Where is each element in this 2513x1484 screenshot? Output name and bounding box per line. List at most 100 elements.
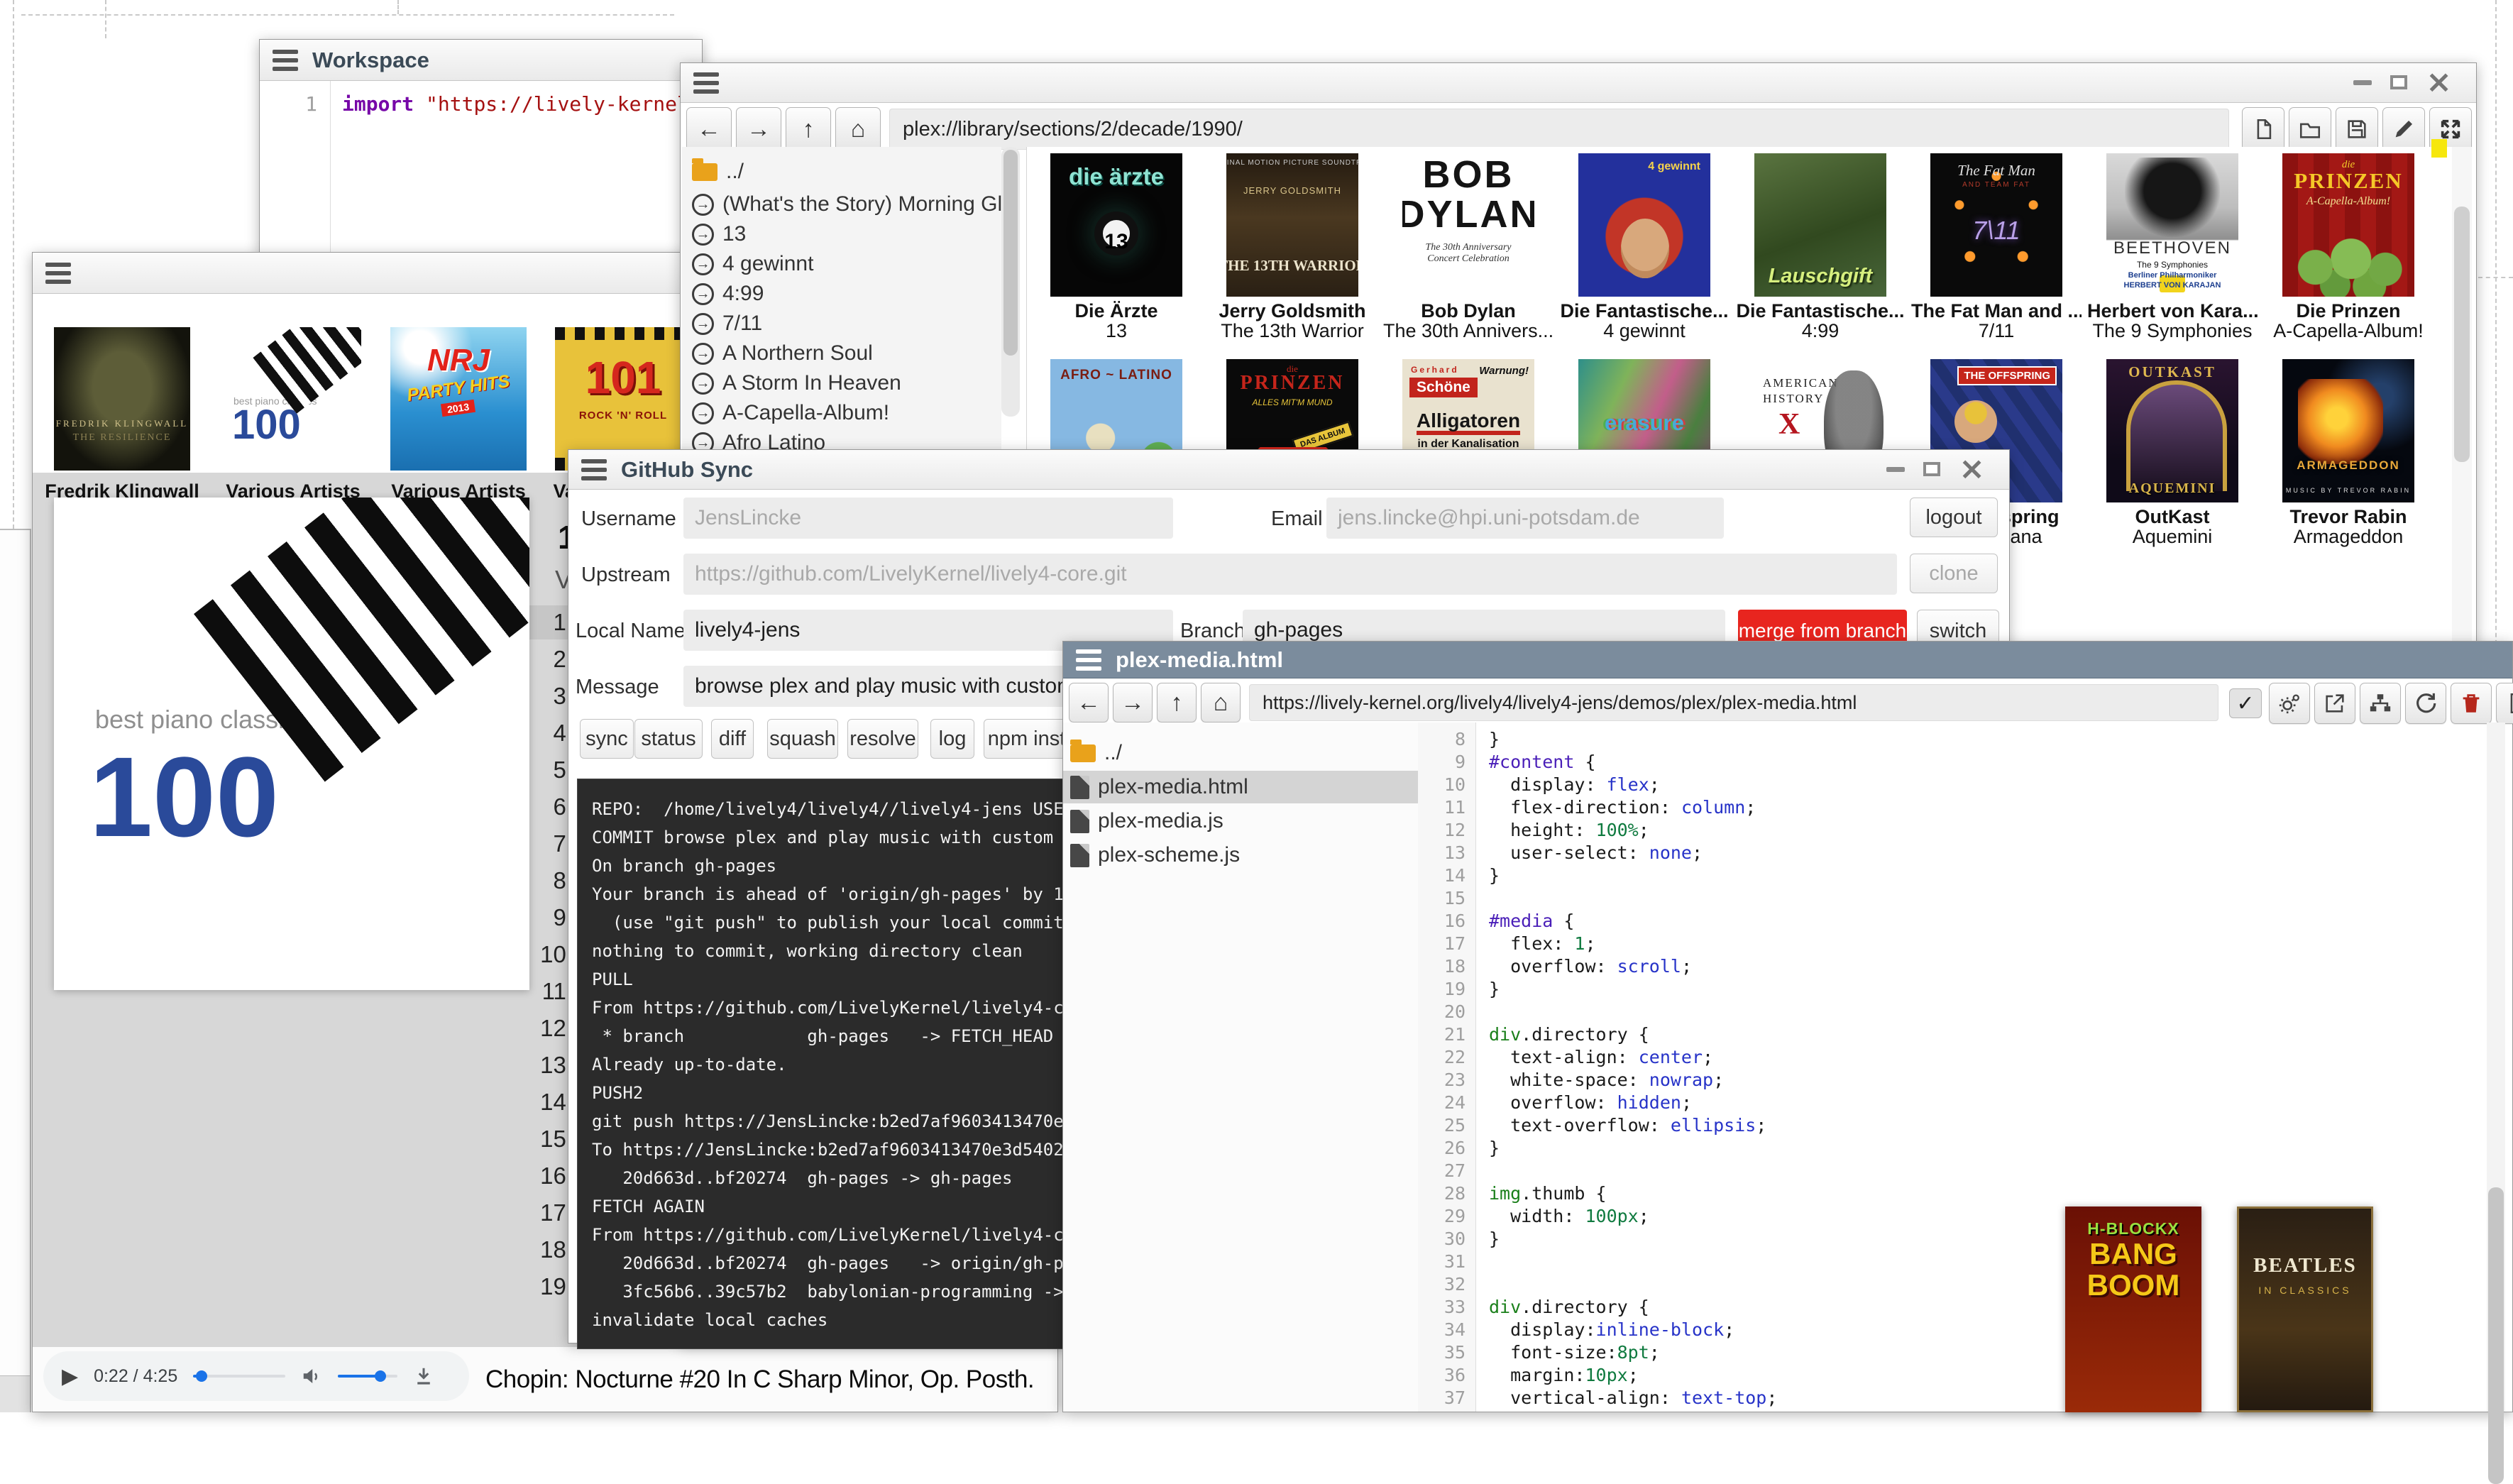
new-file-button[interactable] <box>2242 107 2284 151</box>
minimize-button[interactable] <box>1886 467 1905 472</box>
username-field[interactable]: JensLincke <box>683 498 1173 539</box>
cover-text: ARMAGEDDON <box>2282 458 2414 473</box>
git-squash-button[interactable]: squash <box>767 719 838 759</box>
cover-text: THE 13TH WARRIOR <box>1226 257 1358 275</box>
album-cover[interactable]: OUTKASTAQUEMINI <box>2106 359 2238 502</box>
github-titlebar[interactable]: GitHub Sync × <box>568 450 2009 490</box>
line-number: 35 <box>1423 1341 1466 1364</box>
album-cover[interactable]: die ärzte13 <box>1050 153 1182 297</box>
plex-list-item[interactable]: →4:99 <box>692 279 764 309</box>
editor-file-item[interactable]: plex-media.html <box>1063 771 1418 803</box>
album-cover[interactable]: BEETHOVENThe 9 SymphoniesBerliner Philha… <box>2106 153 2238 297</box>
back-button[interactable]: ← <box>686 107 732 151</box>
album-cover[interactable]: BOBDYLANThe 30th Anniversary Concert Cel… <box>1402 153 1534 297</box>
back-button[interactable]: ← <box>1069 683 1109 722</box>
address-bar[interactable]: https://lively-kernel.org/lively4/lively… <box>1249 684 2218 721</box>
upstream-field[interactable]: https://github.com/LivelyKernel/lively4-… <box>683 554 1897 595</box>
list-scrollbar[interactable] <box>1001 147 1020 417</box>
progress-slider[interactable] <box>193 1375 285 1378</box>
plex-list-item[interactable]: →4 gewinnt <box>692 249 813 279</box>
album-artist: Die Fantastische... <box>1735 300 1906 322</box>
new-file-button[interactable] <box>2496 683 2513 724</box>
code-line: margin:10px; <box>1489 1364 1639 1387</box>
album-cover[interactable]: ARMAGEDDONMUSIC BY TREVOR RABIN <box>2282 359 2414 502</box>
album-cover[interactable]: BEATLESIN CLASSICS <box>2237 1207 2373 1412</box>
code-line[interactable]: import "https://lively-kernel.or <box>342 92 725 116</box>
album-cover[interactable]: best piano classics100 <box>225 327 361 471</box>
plex-list-label: 13 <box>722 222 746 246</box>
big-album-cover[interactable]: best piano classics100 <box>54 498 529 990</box>
track-number: 3. <box>526 683 573 710</box>
line-number: 16 <box>1423 910 1466 933</box>
logout-button[interactable]: logout <box>1910 498 1998 537</box>
plex-list-item[interactable]: →(What's the Story) Morning Glory? <box>692 189 1001 219</box>
menu-icon[interactable] <box>693 72 719 94</box>
album-cover[interactable]: diePRINZENA-Capella-Album! <box>2282 153 2414 297</box>
save-button[interactable] <box>2336 107 2378 151</box>
album-cover[interactable]: 4 gewinnt <box>1578 153 1710 297</box>
editor-scrollbar[interactable] <box>2487 722 2505 1412</box>
maximize-button[interactable] <box>1923 462 1940 476</box>
edit-button[interactable] <box>2382 107 2425 151</box>
delete-button[interactable] <box>2451 683 2492 724</box>
plex-list-item[interactable]: →A Storm In Heaven <box>692 368 901 398</box>
clone-button[interactable]: clone <box>1910 554 1998 593</box>
git-resolve-button[interactable]: resolve <box>847 719 918 759</box>
settings-button[interactable] <box>2269 683 2310 724</box>
sitemap-button[interactable] <box>2360 683 2401 724</box>
auto-save-checkbox[interactable]: ✓ <box>2229 688 2262 718</box>
grid-line <box>21 14 674 16</box>
forward-button[interactable]: → <box>736 107 781 151</box>
workspace-window: Workspace 1 import "https://lively-kerne… <box>259 39 703 255</box>
audio-controls[interactable]: ▶ 0:22 / 4:25 <box>43 1351 469 1401</box>
volume-slider[interactable] <box>338 1375 397 1378</box>
album-cover[interactable]: NRJPARTY HITS2013 <box>390 327 527 471</box>
download-icon[interactable] <box>413 1365 434 1387</box>
editor-file-item[interactable]: ../ <box>1063 737 1418 769</box>
git-sync-button[interactable]: sync <box>580 719 634 759</box>
address-bar[interactable]: plex://library/sections/2/decade/1990/ <box>889 109 2229 150</box>
workspace-titlebar[interactable]: Workspace <box>260 40 702 81</box>
folder-button[interactable] <box>2289 107 2331 151</box>
menu-icon[interactable] <box>1076 649 1101 671</box>
up-button[interactable]: ↑ <box>786 107 831 151</box>
volume-handle[interactable] <box>375 1370 386 1382</box>
close-button[interactable]: × <box>2426 73 2452 92</box>
plex-list-item[interactable]: →7/11 <box>692 309 762 339</box>
editor-titlebar[interactable]: plex-media.html <box>1063 642 2512 678</box>
album-cover[interactable]: FREDRIK KLINGWALLTHE RESILIENCE <box>54 327 190 471</box>
album-cover[interactable]: H-BLOCKXBANGBOOM <box>2065 1207 2201 1412</box>
menu-icon[interactable] <box>273 50 298 71</box>
code-line: } <box>1489 864 1500 887</box>
line-number: 11 <box>1423 796 1466 819</box>
plex-list-item[interactable]: ../ <box>692 157 744 187</box>
open-external-button[interactable] <box>2314 683 2355 724</box>
close-button[interactable]: × <box>1959 460 1985 478</box>
progress-handle[interactable] <box>196 1370 207 1382</box>
git-log-button[interactable]: log <box>930 719 974 759</box>
plex-list-item[interactable]: →13 <box>692 219 746 249</box>
plex-titlebar[interactable]: × <box>681 63 2476 103</box>
speaker-icon[interactable] <box>301 1365 322 1387</box>
git-diff-button[interactable]: diff <box>711 719 754 759</box>
album-cover[interactable]: Lauschgift <box>1754 153 1886 297</box>
album-cover[interactable]: The Fat ManAND TEAM FAT7\11 <box>1930 153 2062 297</box>
plex-list-item[interactable]: →A Northern Soul <box>692 339 873 368</box>
album-cover[interactable]: ORIGINAL MOTION PICTURE SOUNDTRACKJERRY … <box>1226 153 1358 297</box>
up-button[interactable]: ↑ <box>1157 683 1197 722</box>
editor-file-item[interactable]: plex-scheme.js <box>1063 839 1418 872</box>
home-button[interactable]: ⌂ <box>835 107 881 151</box>
forward-button[interactable]: → <box>1113 683 1153 722</box>
plex-list-item[interactable]: →A-Capella-Album! <box>692 398 889 428</box>
email-field[interactable]: jens.lincke@hpi.uni-potsdam.de <box>1326 498 1724 539</box>
maximize-button[interactable] <box>2390 75 2407 89</box>
home-button[interactable]: ⌂ <box>1201 683 1241 722</box>
minimize-button[interactable] <box>2353 80 2372 85</box>
menu-icon[interactable] <box>581 459 607 480</box>
workspace-editor[interactable]: 1 import "https://lively-kernel.or <box>260 81 702 255</box>
refresh-button[interactable] <box>2405 683 2446 724</box>
git-status-button[interactable]: status <box>634 719 703 759</box>
editor-file-item[interactable]: plex-media.js <box>1063 805 1418 837</box>
play-icon[interactable]: ▶ <box>62 1364 78 1389</box>
menu-icon[interactable] <box>45 263 71 284</box>
